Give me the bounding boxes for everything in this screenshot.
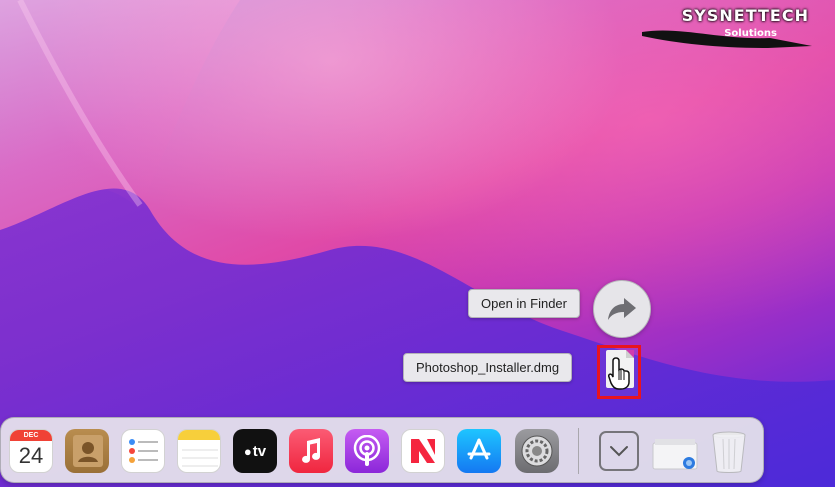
podcast-icon <box>353 435 381 466</box>
trash-icon[interactable] <box>709 429 753 473</box>
apple-logo-icon: ● <box>243 443 252 459</box>
app-store-app-icon[interactable] <box>457 429 501 473</box>
podcasts-app-icon[interactable] <box>345 429 389 473</box>
apple-tv-app-icon[interactable]: ● tv <box>233 429 277 473</box>
contacts-app-icon[interactable] <box>65 429 109 473</box>
music-app-icon[interactable] <box>289 429 333 473</box>
music-note-icon <box>302 438 321 463</box>
gear-icon <box>521 435 553 467</box>
calendar-month: DEC <box>10 430 52 441</box>
contacts-book-icon <box>73 435 103 467</box>
preview-photos-icon <box>652 439 698 470</box>
app-store-a-icon <box>467 438 491 460</box>
watermark-tagline: Solutions <box>724 28 777 39</box>
desktop-wallpaper <box>0 0 835 487</box>
open-in-finder-button[interactable] <box>593 280 651 338</box>
notes-lines-icon <box>182 449 218 467</box>
system-preferences-app-icon[interactable] <box>515 429 559 473</box>
hand-pointer-icon <box>608 357 630 390</box>
open-in-finder-label[interactable]: Open in Finder <box>468 289 580 318</box>
preview-app-icon[interactable] <box>651 429 701 473</box>
reminders-app-icon[interactable] <box>121 429 165 473</box>
news-n-icon <box>411 439 435 463</box>
notes-app-icon[interactable] <box>177 429 221 473</box>
tv-label: tv <box>252 442 267 460</box>
file-name-label[interactable]: Photoshop_Installer.dmg <box>403 353 573 382</box>
reminders-list-icon <box>129 439 158 463</box>
calendar-app-icon[interactable]: DEC 24 <box>9 429 53 473</box>
dock-separator <box>578 428 579 474</box>
share-arrow-icon <box>608 298 636 320</box>
downloads-stack-button[interactable] <box>599 431 639 471</box>
news-app-icon[interactable] <box>401 429 445 473</box>
dmg-file-item[interactable] <box>597 345 641 399</box>
calendar-day: 24 <box>18 443 44 468</box>
watermark-logo: SYSNETTECH Solutions <box>640 6 815 50</box>
dock: DEC 24 ● tv <box>0 417 764 483</box>
chevron-down-icon <box>610 446 628 457</box>
